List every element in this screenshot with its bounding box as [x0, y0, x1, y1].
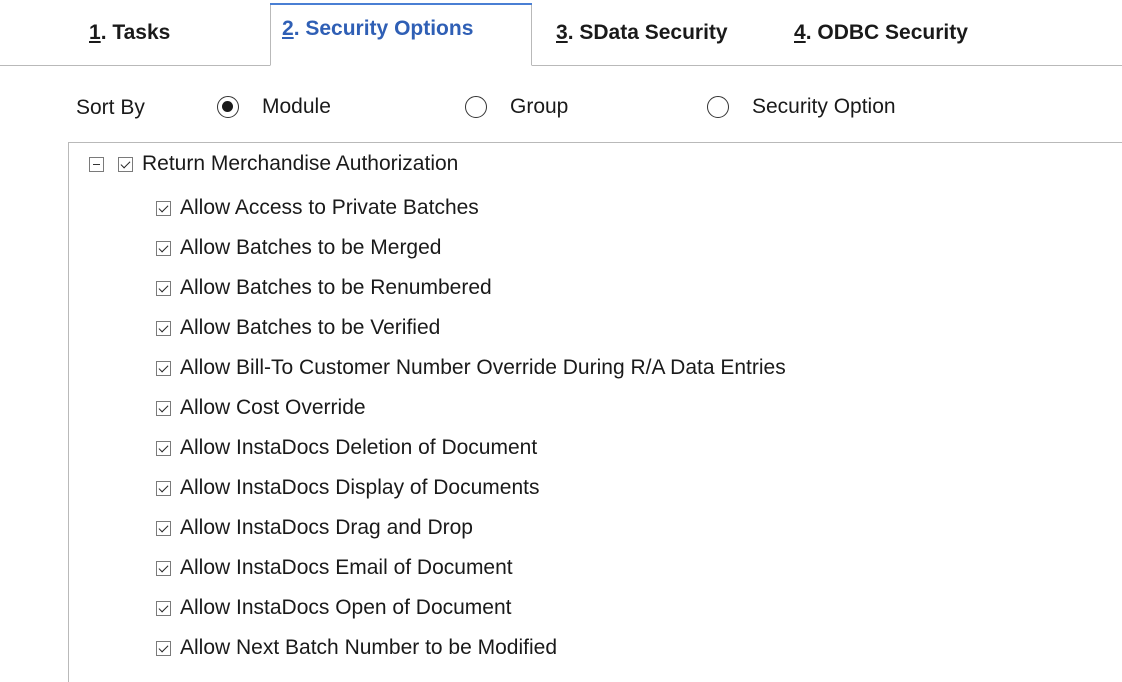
checkbox-checked-icon[interactable] — [118, 156, 133, 172]
checkbox-checked-icon[interactable] — [156, 600, 171, 616]
sort-radio-module[interactable]: Module — [217, 92, 331, 122]
tree-item[interactable]: Allow Batches to be Verified — [156, 313, 440, 343]
tree-item[interactable]: Allow InstaDocs Display of Documents — [156, 473, 539, 503]
security-options-tree[interactable]: Return Merchandise Authorization Allow A… — [68, 142, 1122, 682]
tree-root-label: Return Merchandise Authorization — [142, 152, 459, 175]
tab-security-options[interactable]: 2. Security Options — [270, 3, 532, 66]
tree-item-label: Allow InstaDocs Email of Document — [180, 556, 513, 579]
checkbox-checked-icon[interactable] — [156, 280, 171, 296]
tab-bar: 1. Tasks 2. Security Options 3. SData Se… — [0, 0, 1122, 66]
sort-by-label: Sort By — [76, 96, 145, 119]
checkbox-checked-icon[interactable] — [156, 320, 171, 336]
tab-bar-divider — [0, 65, 1122, 66]
tree-item[interactable]: Allow Batches to be Merged — [156, 233, 441, 263]
tab-security-options-label: . Security Options — [293, 17, 474, 40]
checkbox-checked-icon[interactable] — [156, 200, 171, 216]
checkbox-checked-icon[interactable] — [156, 440, 171, 456]
sort-radio-security-option[interactable]: Security Option — [707, 92, 896, 122]
tree-item-label: Allow Next Batch Number to be Modified — [180, 636, 558, 659]
sort-radio-security-option-label: Security Option — [752, 95, 896, 118]
sort-radio-group-label: Group — [510, 95, 569, 118]
tab-security-options-mnemonic: 2 — [282, 17, 294, 40]
tree-item-label: Allow InstaDocs Deletion of Document — [180, 436, 538, 459]
tree-item-label: Allow InstaDocs Open of Document — [180, 596, 512, 619]
collapse-icon[interactable] — [89, 156, 104, 172]
sort-radio-group[interactable]: Group — [465, 92, 568, 122]
checkbox-checked-icon[interactable] — [156, 360, 171, 376]
checkbox-checked-icon[interactable] — [156, 240, 171, 256]
sort-radio-module-label: Module — [262, 95, 331, 118]
tree-item[interactable]: Allow InstaDocs Drag and Drop — [156, 513, 473, 543]
tab-odbc-security[interactable]: 4. ODBC Security — [794, 21, 968, 51]
tab-tasks-mnemonic: 1 — [89, 21, 101, 44]
tab-sdata-security-mnemonic: 3 — [556, 21, 568, 44]
tree-item[interactable]: Allow InstaDocs Email of Document — [156, 553, 513, 583]
tab-odbc-security-mnemonic: 4 — [794, 21, 806, 44]
checkbox-checked-icon[interactable] — [156, 480, 171, 496]
tree-item[interactable]: Allow Next Batch Number to be Modified — [156, 633, 557, 663]
tab-odbc-security-label: . ODBC Security — [805, 21, 968, 44]
active-tab-accent — [270, 3, 532, 5]
checkbox-checked-icon[interactable] — [156, 560, 171, 576]
tree-item[interactable]: Allow Bill-To Customer Number Override D… — [156, 353, 786, 383]
radio-unchecked-icon[interactable] — [707, 96, 729, 118]
tree-item[interactable]: Allow Access to Private Batches — [156, 193, 479, 223]
radio-unchecked-icon[interactable] — [465, 96, 487, 118]
tree-item-label: Allow InstaDocs Drag and Drop — [180, 516, 473, 539]
tree-item[interactable]: Allow InstaDocs Open of Document — [156, 593, 512, 623]
checkbox-checked-icon[interactable] — [156, 520, 171, 536]
tab-tasks[interactable]: 1. Tasks — [89, 21, 170, 51]
tab-sdata-security-label: . SData Security — [567, 21, 728, 44]
tree-item-label: Allow InstaDocs Display of Documents — [180, 476, 540, 499]
checkbox-checked-icon[interactable] — [156, 640, 171, 656]
tree-item[interactable]: Allow Cost Override — [156, 393, 366, 423]
tree-item[interactable]: Allow InstaDocs Deletion of Document — [156, 433, 537, 463]
tab-tasks-label: . Tasks — [100, 21, 171, 44]
sort-by-row: Sort By Module Group Security Option — [0, 86, 1122, 130]
checkbox-checked-icon[interactable] — [156, 400, 171, 416]
tree-item-label: Allow Access to Private Batches — [180, 196, 479, 219]
radio-checked-icon[interactable] — [217, 96, 239, 118]
tree-item-label: Allow Bill-To Customer Number Override D… — [180, 356, 786, 379]
tree-item-label: Allow Batches to be Merged — [180, 236, 442, 259]
tree-item-label: Allow Batches to be Verified — [180, 316, 441, 339]
tree-root-node[interactable]: Return Merchandise Authorization — [89, 149, 458, 179]
tree-item-label: Allow Batches to be Renumbered — [180, 276, 492, 299]
tab-sdata-security[interactable]: 3. SData Security — [556, 21, 728, 51]
tree-item-label: Allow Cost Override — [180, 396, 366, 419]
tree-item[interactable]: Allow Batches to be Renumbered — [156, 273, 492, 303]
